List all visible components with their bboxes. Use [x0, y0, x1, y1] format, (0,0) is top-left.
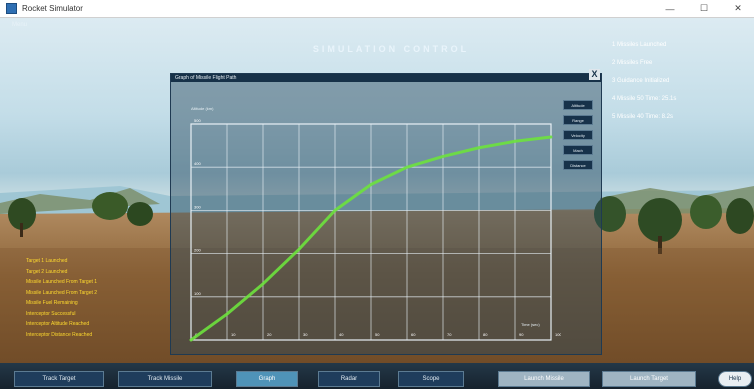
log-line: Target 2 Launched — [26, 268, 68, 275]
graph-velocity-button[interactable]: Velocity — [563, 130, 593, 140]
launch-missile-button[interactable]: Launch Missile — [498, 371, 590, 387]
window-title: Rocket Simulator — [22, 4, 83, 13]
x-tick-label: 30 — [303, 332, 308, 337]
y-tick-label: 300 — [194, 204, 201, 209]
log-line: Missile Fuel Remaining — [26, 300, 78, 306]
graph-button-panel: Altitude Range Velocity Mach Distance — [563, 100, 593, 175]
close-window-button[interactable]: ✕ — [724, 0, 752, 17]
minimize-button[interactable]: — — [656, 0, 684, 17]
graph-mach-button[interactable]: Mach — [563, 145, 593, 155]
y-tick-label: 200 — [194, 248, 201, 253]
app-icon — [6, 3, 17, 14]
launch-target-button[interactable]: Launch Target — [602, 371, 696, 387]
log-line: Missile Launched From Target 1 — [26, 279, 98, 285]
x-tick-label: 20 — [267, 332, 272, 337]
x-tick-label: 10 — [231, 332, 236, 337]
graph-distance-button[interactable]: Distance — [563, 160, 593, 170]
x-tick-label: 100 — [555, 332, 561, 337]
graph-title: Graph of Missile Flight Path — [175, 75, 237, 81]
track-missile-button[interactable]: Track Missile — [118, 371, 212, 387]
graph-close-button[interactable]: X — [589, 69, 600, 80]
x-tick-label: 70 — [447, 332, 452, 337]
event-log: Target 1 Launched Target 2 Launched Miss… — [26, 258, 97, 342]
window-titlebar: Rocket Simulator — ☐ ✕ — [0, 0, 754, 18]
log-line: Target 1 Launched — [26, 258, 68, 264]
graph-titlebar[interactable]: Graph of Missile Flight Path X — [171, 69, 601, 82]
graph-range-button[interactable]: Range — [563, 115, 593, 125]
y-axis-label: Altitude (km) — [191, 106, 214, 111]
status-line: 1 Missiles Launched — [612, 42, 667, 48]
log-line: Interceptor Successful — [26, 310, 76, 317]
graph-window[interactable]: Graph of Missile Flight Path X 0 10 20 30 40… — [170, 69, 602, 355]
y-tick-label: 400 — [194, 161, 201, 166]
status-line: 5 Missile 40 Time: 8.2s — [612, 114, 674, 120]
status-panel: 1 Missiles Launched 2 Missiles Free 3 Gu… — [612, 42, 676, 132]
x-tick-label: 40 — [339, 332, 344, 337]
status-line: 3 Guidance Initialized — [612, 78, 670, 84]
simulation-viewport[interactable]: Menu SIMULATION CONTROL 1 Missiles Launc… — [0, 18, 754, 363]
simulation-title: SIMULATION CONTROL — [312, 44, 470, 54]
graph-altitude-button[interactable]: Altitude — [563, 100, 593, 110]
log-line: Interceptor Distance Reached — [26, 331, 93, 338]
flight-path-chart: 0 10 20 30 40 50 60 70 80 90 1000100200300400500Al… — [189, 106, 562, 342]
help-button[interactable]: Help — [718, 371, 752, 387]
y-tick-label: 100 — [194, 291, 201, 296]
trees-right — [594, 195, 754, 254]
x-axis-label: Time (sec) — [521, 322, 540, 327]
maximize-button[interactable]: ☐ — [690, 0, 718, 17]
log-line: Interceptor Altitude Reached — [26, 321, 90, 327]
bottom-toolbar: Track Target Track Missile Graph Radar S… — [0, 363, 754, 389]
graph-plot-area: 0 10 20 30 40 50 60 70 80 90 100 0 100 200 300 400 500 Al… — [171, 82, 562, 359]
y-tick-label: 500 — [194, 118, 201, 123]
track-target-button[interactable]: Track Target — [14, 371, 104, 387]
scope-button[interactable]: Scope — [398, 371, 464, 387]
status-line: 4 Missile 50 Time: 25.1s — [612, 96, 677, 102]
x-tick-label: 90 — [519, 332, 524, 337]
log-line: Missile Launched From Target 2 — [26, 289, 98, 296]
menu-label[interactable]: Menu — [12, 22, 27, 28]
status-line: 2 Missiles Free — [612, 60, 653, 66]
x-tick-label: 60 — [411, 332, 416, 337]
graph-button[interactable]: Graph — [236, 371, 298, 387]
x-tick-label: 50 — [375, 332, 380, 337]
x-tick-label: 80 — [483, 332, 488, 337]
radar-button[interactable]: Radar — [318, 371, 380, 387]
